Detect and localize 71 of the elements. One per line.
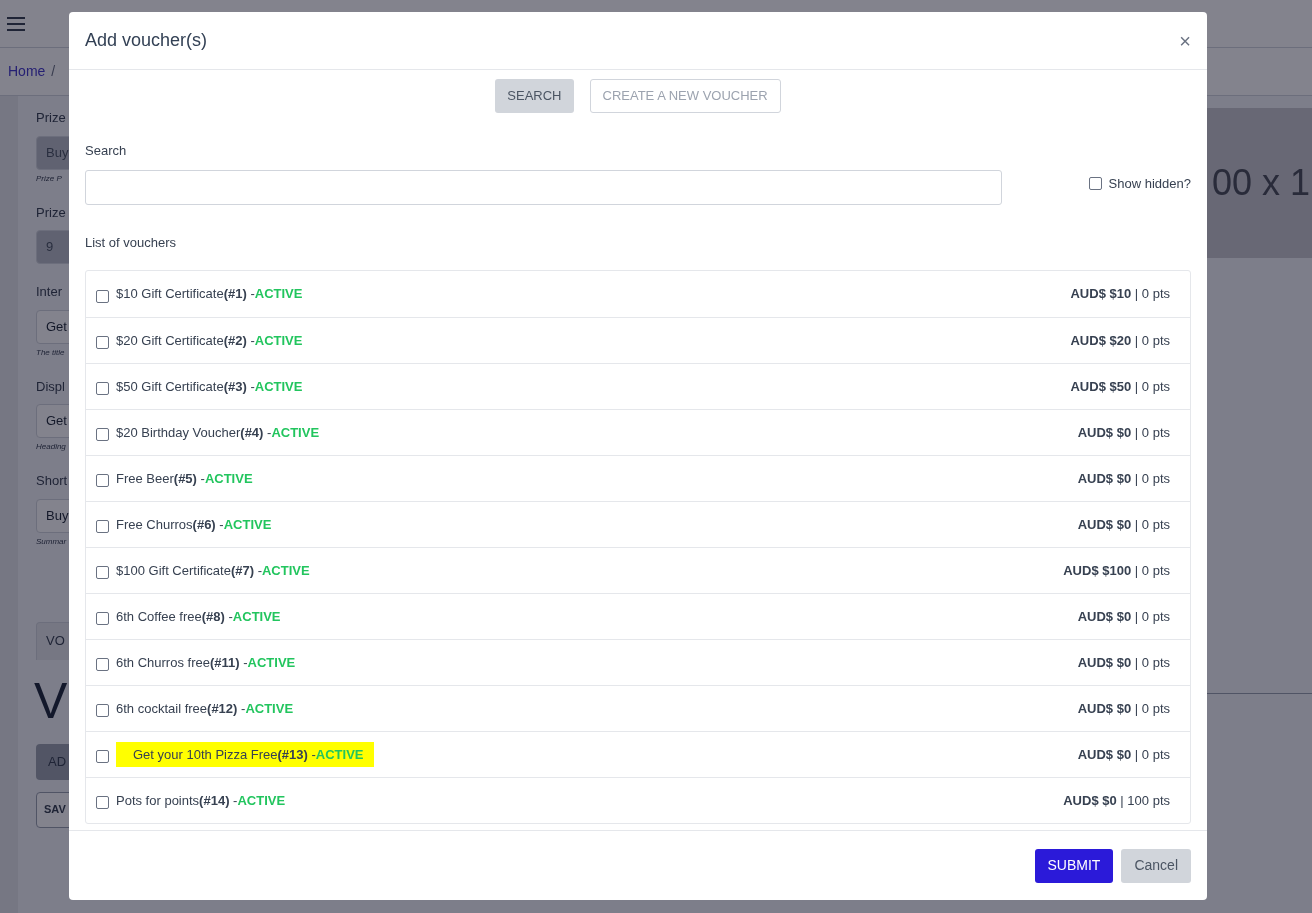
voucher-row[interactable]: 6th Churros free(#11) -ACTIVE AUD$ $0 | 0 pts (86, 639, 1190, 685)
voucher-row[interactable]: $50 Gift Certificate(#3) -ACTIVE AUD$ $50 | 0 pts (86, 363, 1190, 409)
submit-button[interactable]: SUBMIT (1034, 848, 1114, 883)
list-label: List of vouchers (85, 233, 178, 252)
voucher-label: $20 Birthday Voucher(#4) -ACTIVE (116, 423, 321, 442)
field-label: Inter (36, 283, 63, 301)
voucher-checkbox[interactable] (96, 428, 109, 441)
voucher-label: Free Churros(#6) -ACTIVE (116, 515, 273, 534)
voucher-price: AUD$ $20 | 0 pts (1070, 331, 1170, 350)
field-label: Prize (36, 203, 67, 222)
voucher-label: 6th Churros free(#11) -ACTIVE (116, 653, 297, 672)
voucher-label: Get your 10th Pizza Free(#13) -ACTIVE (116, 741, 374, 768)
voucher-row[interactable]: Get your 10th Pizza Free(#13) -ACTIVE AUD$ $0 | 0 pts (86, 731, 1190, 777)
voucher-price: AUD$ $0 | 0 pts (1077, 607, 1170, 626)
field-hint: Prize P (36, 172, 63, 185)
search-field[interactable] (85, 169, 1002, 205)
voucher-price: AUD$ $0 | 0 pts (1077, 423, 1170, 442)
search-label: Search (85, 142, 128, 160)
voucher-checkbox[interactable] (96, 704, 109, 717)
voucher-price: AUD$ $0 | 0 pts (1077, 515, 1170, 534)
voucher-price: AUD$ $0 | 0 pts (1077, 699, 1170, 718)
voucher-checkbox[interactable] (96, 474, 109, 487)
voucher-row[interactable]: $10 Gift Certificate(#1) -ACTIVE AUD$ $10 | 0 pts (86, 271, 1190, 317)
show-hidden-checkbox[interactable]: Show hidden? (1088, 173, 1191, 193)
voucher-price: AUD$ $0 | 0 pts (1077, 745, 1170, 764)
voucher-checkbox[interactable] (96, 796, 109, 809)
voucher-checkbox[interactable] (96, 520, 109, 533)
voucher-label: 6th cocktail free(#12) -ACTIVE (116, 699, 295, 718)
voucher-row[interactable]: 6th cocktail free(#12) -ACTIVE AUD$ $0 | 0 pts (86, 685, 1190, 731)
voucher-label: Pots for points(#14) -ACTIVE (116, 791, 287, 810)
voucher-row[interactable]: Pots for points(#14) -ACTIVE AUD$ $0 | 100 pts (86, 777, 1190, 823)
voucher-row[interactable]: $100 Gift Certificate(#7) -ACTIVE AUD$ $100 | 0 pts (86, 547, 1190, 593)
voucher-price: AUD$ $100 | 0 pts (1063, 561, 1170, 580)
field-label: Displ (36, 377, 66, 396)
voucher-row[interactable]: $20 Birthday Voucher(#4) -ACTIVE AUD$ $0 | 0 pts (86, 409, 1190, 455)
voucher-checkbox[interactable] (96, 658, 109, 671)
voucher-checkbox[interactable] (96, 289, 109, 303)
voucher-label: Free Beer(#5) -ACTIVE (116, 469, 254, 488)
voucher-checkbox[interactable] (96, 566, 109, 579)
voucher-label: $20 Gift Certificate(#2) -ACTIVE (116, 331, 304, 350)
field-hint: Heading (36, 441, 67, 453)
voucher-price: AUD$ $0 | 0 pts (1077, 653, 1170, 672)
field-hint: The title (36, 346, 66, 359)
voucher-row[interactable]: Free Beer(#5) -ACTIVE AUD$ $0 | 0 pts (86, 455, 1190, 501)
voucher-checkbox[interactable] (96, 382, 109, 395)
voucher-price: AUD$ $0 | 0 pts (1077, 469, 1170, 488)
search-button[interactable]: SEARCH (495, 79, 574, 113)
voucher-price: AUD$ $10 | 0 pts (1070, 285, 1170, 304)
voucher-row[interactable]: Free Churros(#6) -ACTIVE AUD$ $0 | 0 pts (86, 501, 1190, 547)
voucher-checkbox[interactable] (96, 612, 109, 625)
field-label: Prize (36, 109, 67, 127)
voucher-price: AUD$ $0 | 100 pts (1063, 791, 1170, 810)
voucher-label: $50 Gift Certificate(#3) -ACTIVE (116, 377, 304, 396)
breadcrumb-separator: / (51, 62, 56, 81)
field-label: Short (36, 472, 69, 490)
voucher-row[interactable]: 6th Coffee free(#8) -ACTIVE AUD$ $0 | 0 pts (86, 593, 1190, 639)
voucher-label: 6th Coffee free(#8) -ACTIVE (116, 607, 282, 626)
voucher-price: AUD$ $50 | 0 pts (1070, 377, 1170, 396)
cancel-button[interactable]: Cancel (1121, 848, 1191, 883)
modal-title: Add voucher(s) (85, 29, 208, 52)
voucher-checkbox[interactable] (96, 336, 109, 349)
menu-icon[interactable] (6, 15, 26, 32)
voucher-label: $100 Gift Certificate(#7) -ACTIVE (116, 561, 311, 580)
breadcrumb-link[interactable]: Home (8, 61, 46, 82)
placeholder-text: 00 x 1 (1212, 161, 1311, 205)
heading: V (34, 671, 69, 731)
voucher-row[interactable]: $20 Gift Certificate(#2) -ACTIVE AUD$ $20 | 0 pts (86, 317, 1190, 363)
voucher-label: $10 Gift Certificate(#1) -ACTIVE (116, 285, 304, 304)
field-hint: Summar (36, 535, 68, 548)
voucher-checkbox[interactable] (96, 750, 109, 763)
close-button[interactable]: × (1179, 30, 1191, 51)
